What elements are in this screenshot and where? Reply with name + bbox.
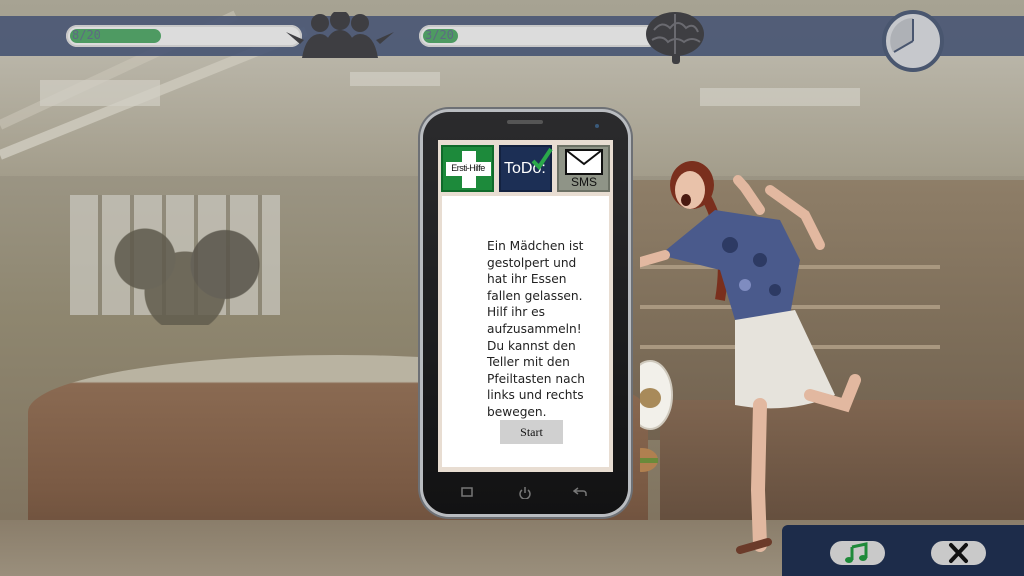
first-aid-app-button[interactable]: Ersti-Hilfe bbox=[441, 145, 494, 192]
start-button[interactable]: Start bbox=[500, 420, 563, 444]
checkmark-icon bbox=[531, 147, 553, 171]
first-aid-app-label: Ersti-Hilfe bbox=[451, 163, 485, 173]
ceiling-light bbox=[700, 88, 860, 106]
close-button[interactable] bbox=[931, 541, 986, 565]
phone-speaker bbox=[507, 120, 543, 124]
phone-camera bbox=[595, 124, 599, 128]
sms-app-button[interactable]: SMS bbox=[557, 145, 610, 192]
knowledge-progress-label: 3/20 bbox=[425, 28, 454, 42]
smartphone: Ersti-Hilfe ToDo: SMS Ein Mädchen ist ge… bbox=[423, 112, 628, 514]
friends-progress-label: 8/20 bbox=[72, 28, 101, 42]
ceiling-light bbox=[350, 72, 440, 86]
stumbling-girl bbox=[640, 161, 861, 554]
ceiling-light bbox=[40, 80, 160, 106]
knowledge-progress-bar: 3/20 bbox=[419, 25, 659, 47]
group-icon bbox=[286, 12, 394, 58]
envelope-icon bbox=[565, 149, 603, 175]
message-panel: Ein Mädchen ist gestolpert und hat ihr E… bbox=[442, 196, 609, 467]
bottom-control-bar bbox=[782, 525, 1024, 576]
todo-app-button[interactable]: ToDo: bbox=[499, 145, 553, 192]
plants bbox=[85, 215, 285, 325]
brain-icon bbox=[646, 12, 704, 64]
recent-apps-icon[interactable] bbox=[461, 487, 473, 497]
clock-icon bbox=[882, 10, 944, 72]
phone-screen: Ersti-Hilfe ToDo: SMS Ein Mädchen ist ge… bbox=[438, 140, 613, 472]
friends-progress-bar: 8/20 bbox=[66, 25, 302, 47]
close-icon bbox=[949, 543, 968, 563]
sms-app-label: SMS bbox=[570, 175, 597, 189]
music-toggle-button[interactable] bbox=[830, 541, 885, 565]
task-message: Ein Mädchen ist gestolpert und hat ihr E… bbox=[487, 239, 585, 419]
back-icon[interactable] bbox=[573, 487, 587, 497]
home-power-icon[interactable] bbox=[519, 487, 531, 499]
music-note-icon bbox=[845, 542, 868, 563]
